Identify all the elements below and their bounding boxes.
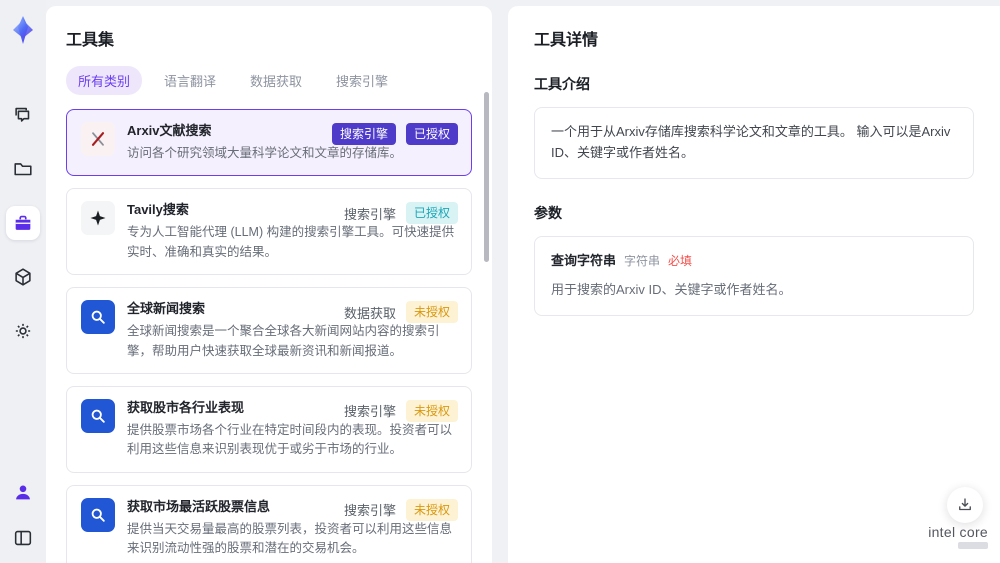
download-button[interactable] <box>947 487 983 523</box>
tool-description: 访问各个研究领域大量科学论文和文章的存储库。 <box>127 146 403 160</box>
sidebar-item-settings[interactable] <box>6 314 40 348</box>
sidebar-item-panel-toggle[interactable] <box>6 521 40 555</box>
intro-box: 一个用于从Arxiv存储库搜索科学论文和文章的工具。 输入可以是Arxiv ID… <box>534 107 974 179</box>
auth-status-badge: 未授权 <box>405 399 458 422</box>
icon-rail <box>0 0 46 563</box>
auth-status-badge: 未授权 <box>405 301 458 324</box>
folder-icon <box>12 158 34 180</box>
tool-badges: 搜索引擎 已授权 <box>343 202 458 225</box>
tool-card-0[interactable]: Arxiv文献搜索 访问各个研究领域大量科学论文和文章的存储库。 搜索引擎 已授权 <box>66 109 472 177</box>
tool-list: Arxiv文献搜索 访问各个研究领域大量科学论文和文章的存储库。 搜索引擎 已授权 Ta… <box>66 109 472 563</box>
tool-card-4[interactable]: 获取市场最活跃股票信息 提供当天交易量最高的股票列表，投资者可以利用这些信息来识别… <box>66 484 472 563</box>
brand-sub-bar <box>958 542 988 549</box>
auth-status-badge: 已授权 <box>405 123 458 145</box>
intro-text: 一个用于从Arxiv存储库搜索科学论文和文章的工具。 输入可以是Arxiv ID… <box>551 124 951 160</box>
sidebar-item-account[interactable] <box>6 475 40 509</box>
tools-panel: 工具集 所有类别 语言翻译 数据获取 搜索引擎 Arxiv文献搜索 访问各个研究领域大量… <box>46 6 492 563</box>
param-name: 查询字符串 <box>551 252 617 268</box>
intro-heading: 工具介绍 <box>534 76 590 92</box>
param-desc: 用于搜索的Arxiv ID、关键字或作者姓名。 <box>551 282 792 298</box>
category-badge: 数据获取 <box>343 305 396 321</box>
sidebar-item-files[interactable] <box>6 152 40 186</box>
category-badge: 搜索引擎 <box>331 123 396 145</box>
sidebar-item-tools[interactable] <box>6 206 40 240</box>
tool-description: 专为人工智能代理 (LLM) 构建的搜索引擎工具。可快速提供实时、准确和真实的结… <box>127 225 455 259</box>
tool-card-2[interactable]: 全球新闻搜索 全球新闻搜索是一个聚合全球各大新闻网站内容的搜索引擎，帮助用户快速获… <box>66 287 472 374</box>
list-scrollbar[interactable] <box>484 92 489 262</box>
brand-badge: intel core <box>928 524 988 549</box>
download-icon <box>956 496 974 514</box>
brand-text: intel core <box>928 524 988 540</box>
briefcase-icon <box>12 212 34 234</box>
param-type: 字符串 <box>624 253 661 268</box>
tool-description: 全球新闻搜索是一个聚合全球各大新闻网站内容的搜索引擎，帮助用户快速获取全球最新资… <box>127 324 440 358</box>
cube-icon <box>12 266 34 288</box>
param-box: 查询字符串 字符串 必填 用于搜索的Arxiv ID、关键字或作者姓名。 <box>534 235 974 317</box>
tool-card-3[interactable]: 获取股市各行业表现 提供股票市场各个行业在特定时间段内的表现。投资者可以利用这些信… <box>66 385 472 473</box>
tool-detail-panel: 工具详情 工具介绍 一个用于从Arxiv存储库搜索科学论文和文章的工具。 输入可… <box>508 6 1000 563</box>
category-badge: 搜索引擎 <box>343 206 396 222</box>
search-icon <box>81 300 115 335</box>
sidebar-item-models[interactable] <box>6 260 40 294</box>
tab-category-1[interactable]: 语言翻译 <box>152 66 228 95</box>
rail-nav <box>6 98 40 348</box>
tab-category-0[interactable]: 所有类别 <box>66 66 143 95</box>
category-tabs: 所有类别 语言翻译 数据获取 搜索引擎 <box>66 66 472 95</box>
params-heading: 参数 <box>534 204 562 221</box>
tab-category-2[interactable]: 数据获取 <box>238 66 314 95</box>
category-badge: 搜索引擎 <box>343 503 396 519</box>
gear-icon <box>12 320 34 342</box>
category-badge: 搜索引擎 <box>343 404 396 420</box>
tab-category-3[interactable]: 搜索引擎 <box>324 66 400 95</box>
sidebar-item-chat[interactable] <box>6 98 40 132</box>
rail-bottom <box>0 475 46 555</box>
search-icon <box>81 497 115 532</box>
param-header: 查询字符串 字符串 必填 <box>551 251 957 272</box>
chat-bubbles-icon <box>12 104 34 126</box>
page-title: 工具集 <box>66 32 115 49</box>
person-icon <box>12 481 34 503</box>
auth-status-badge: 未授权 <box>405 498 458 521</box>
tool-badges: 搜索引擎 未授权 <box>343 498 458 521</box>
auth-status-badge: 已授权 <box>405 202 458 225</box>
sidebar-panel-icon <box>12 527 34 549</box>
param-required-badge: 必填 <box>668 253 693 268</box>
detail-title: 工具详情 <box>534 32 599 49</box>
four-point-star-icon <box>81 201 115 236</box>
tool-card-1[interactable]: Tavily搜索 专为人工智能代理 (LLM) 构建的搜索引擎工具。可快速提供实时… <box>66 188 472 276</box>
arxiv-logo-icon <box>81 122 115 156</box>
search-icon <box>81 398 115 433</box>
tool-badges: 搜索引擎 未授权 <box>343 399 458 422</box>
tool-description: 提供当天交易量最高的股票列表，投资者可以利用这些信息来识别流动性强的股票和潜在的… <box>127 521 453 555</box>
tool-description: 提供股票市场各个行业在特定时间段内的表现。投资者可以利用这些信息来识别表现优于或… <box>127 422 453 457</box>
app-logo <box>7 14 39 46</box>
tool-badges: 数据获取 未授权 <box>343 301 458 324</box>
tool-badges: 搜索引擎 已授权 <box>331 123 458 145</box>
